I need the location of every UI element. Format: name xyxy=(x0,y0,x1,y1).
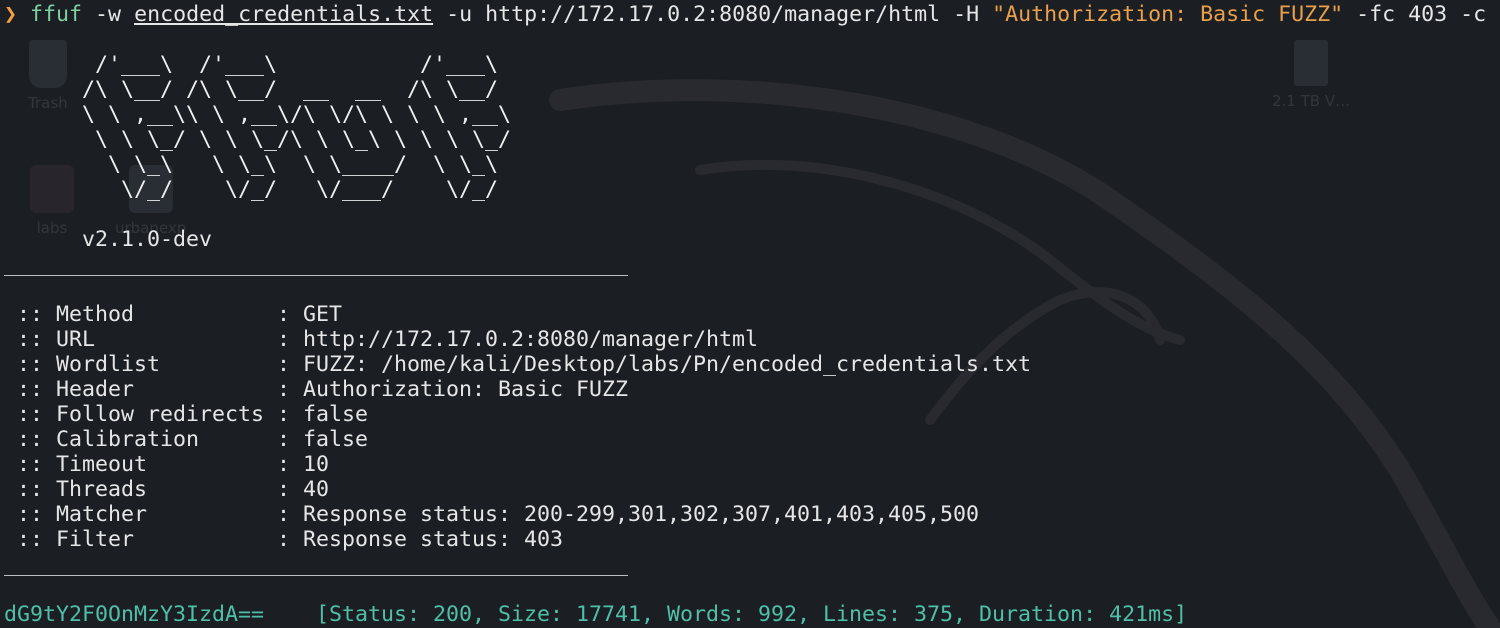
setting-row: :: Filter : Response status: 403 xyxy=(4,527,1500,552)
command-flag-u: -u http://172.17.0.2:8080/manager/html -… xyxy=(433,2,993,27)
command-header-string: "Authorization: Basic FUZZ" xyxy=(992,2,1344,27)
setting-row: :: Wordlist : FUZZ: /home/kali/Desktop/l… xyxy=(4,352,1500,377)
setting-row: :: Method : GET xyxy=(4,302,1500,327)
result-gap xyxy=(264,602,316,627)
terminal-output[interactable]: ❯ ffuf -w encoded_credentials.txt -u htt… xyxy=(4,2,1500,627)
divider: ________________________________________… xyxy=(4,252,629,277)
banner-line: \ \ \_/ \ \ \_/\ \ \_\ \ \ \ \_/ xyxy=(4,127,512,152)
setting-row: :: Calibration : false xyxy=(4,427,1500,452)
setting-key: :: Threads xyxy=(4,477,278,502)
setting-row: :: URL : http://172.17.0.2:8080/manager/… xyxy=(4,327,1500,352)
banner-line: /\ \__/ /\ \__/ __ __ /\ \__/ xyxy=(4,77,499,102)
setting-row: :: Header : Authorization: Basic FUZZ xyxy=(4,377,1500,402)
setting-key: :: Timeout xyxy=(4,452,278,477)
setting-value: : 40 xyxy=(277,477,330,502)
command-wordlist-file: encoded_credentials.txt xyxy=(134,2,434,27)
setting-value: : Response status: 403 xyxy=(277,527,564,552)
setting-key: :: URL xyxy=(4,327,278,352)
setting-value: : Response status: 200-299,301,302,307,4… xyxy=(277,502,980,527)
setting-value: : FUZZ: /home/kali/Desktop/labs/Pn/encod… xyxy=(277,352,1032,377)
setting-key: :: Follow redirects xyxy=(4,402,278,427)
result-meta: [Status: 200, Size: 17741, Words: 992, L… xyxy=(316,602,1188,627)
setting-value: : false xyxy=(277,427,369,452)
setting-value: : false xyxy=(277,402,369,427)
result-row: dG9tY2F0OnMzY3IzdA== [Status: 200, Size:… xyxy=(4,602,1500,627)
setting-key: :: Filter xyxy=(4,527,278,552)
setting-row: :: Timeout : 10 xyxy=(4,452,1500,477)
setting-row: :: Follow redirects : false xyxy=(4,402,1500,427)
command-flag-w: -w xyxy=(82,2,135,27)
setting-value: : 10 xyxy=(277,452,330,477)
setting-value: : http://172.17.0.2:8080/manager/html xyxy=(277,327,759,352)
setting-row: :: Threads : 40 xyxy=(4,477,1500,502)
setting-row: :: Matcher : Response status: 200-299,30… xyxy=(4,502,1500,527)
result-word: dG9tY2F0OnMzY3IzdA== xyxy=(4,602,265,627)
setting-key: :: Calibration xyxy=(4,427,278,452)
banner-line: \ \_\ \ \_\ \ \____/ \ \_\ xyxy=(4,152,499,177)
setting-key: :: Method xyxy=(4,302,278,327)
setting-value: : GET xyxy=(277,302,343,327)
command-line: ❯ ffuf -w encoded_credentials.txt -u htt… xyxy=(4,2,1500,27)
command-rest: -fc 403 -c xyxy=(1343,2,1487,27)
command-program: ffuf xyxy=(30,2,83,27)
setting-key: :: Matcher xyxy=(4,502,278,527)
setting-key: :: Wordlist xyxy=(4,352,278,377)
setting-key: :: Header xyxy=(4,377,278,402)
divider: ________________________________________… xyxy=(4,552,629,577)
banner-line: \/_/ \/_/ \/___/ \/_/ xyxy=(4,177,499,202)
prompt-symbol: ❯ xyxy=(4,2,18,27)
banner-line: /'___\ /'___\ /'___\ xyxy=(4,52,499,77)
setting-value: : Authorization: Basic FUZZ xyxy=(277,377,629,402)
banner-line: \ \ ,__\\ \ ,__\/\ \/\ \ \ \ ,__\ xyxy=(4,102,512,127)
version-text: v2.1.0-dev xyxy=(4,227,213,252)
